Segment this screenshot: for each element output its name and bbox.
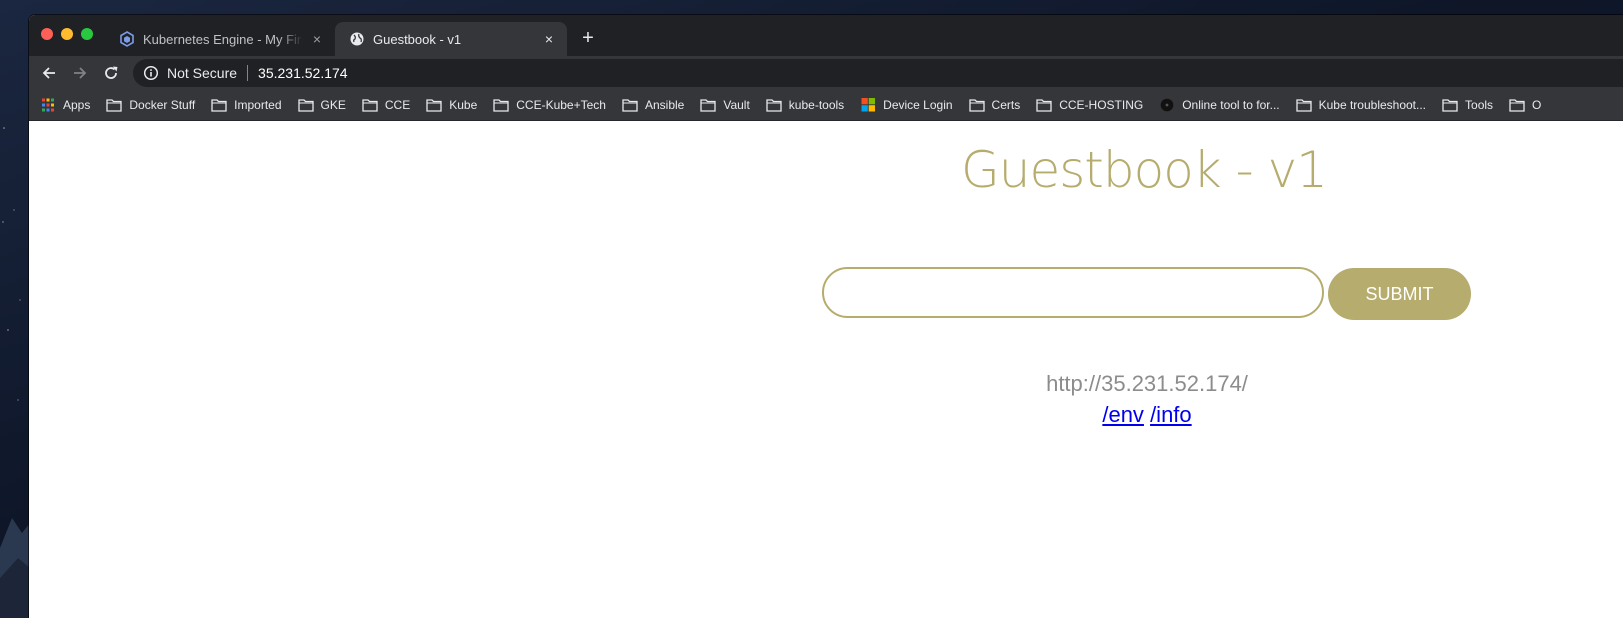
bookmark-label: GKE — [320, 97, 346, 112]
bookmark-tools[interactable]: Tools — [1442, 98, 1493, 112]
folder-icon — [493, 98, 509, 112]
bookmark-kube-troubleshoot[interactable]: Kube troubleshoot... — [1295, 97, 1427, 112]
bookmark-device-login[interactable]: Device Login — [860, 97, 953, 112]
browser-toolbar: Not Secure 35.231.52.174 — [29, 56, 1623, 89]
tab-guestbook[interactable]: Guestbook - v1 × — [335, 22, 567, 56]
forward-button[interactable] — [69, 62, 91, 84]
bookmark-ansible[interactable]: Ansible — [622, 98, 684, 112]
bookmark-online-tool[interactable]: Online tool to for... — [1159, 97, 1280, 112]
tab-kubernetes-engine[interactable]: Kubernetes Engine - My First Project × — [105, 22, 335, 56]
host-url-text: http://35.231.52.174/ — [1046, 371, 1248, 396]
page-title: Guestbook - v1 — [961, 141, 1328, 199]
bookmark-label: Apps — [63, 97, 91, 112]
bookmark-cce-kube-tech[interactable]: CCE-Kube+Tech — [493, 98, 606, 112]
bookmark-apps[interactable]: Apps — [40, 98, 90, 112]
desktop-wallpaper-mountain — [0, 518, 30, 618]
bookmark-label: O — [1532, 97, 1542, 112]
bookmark-label: Ansible — [644, 97, 685, 112]
address-bar[interactable]: Not Secure 35.231.52.174 — [133, 59, 1623, 87]
bookmark-cce-hosting[interactable]: CCE-HOSTING — [1036, 98, 1143, 112]
env-link[interactable]: /env — [1102, 402, 1144, 427]
window-minimize-button[interactable] — [61, 28, 73, 40]
folder-icon — [622, 98, 638, 112]
bookmark-label: CCE-HOSTING — [1059, 97, 1144, 112]
bookmark-label: CCE-Kube+Tech — [516, 97, 606, 112]
tab-close-icon[interactable]: × — [309, 31, 325, 47]
window-controls — [41, 28, 93, 40]
page-links: /env /info — [1019, 402, 1275, 428]
arrow-right-icon — [74, 67, 87, 79]
folder-icon — [297, 98, 314, 112]
bookmark-certs[interactable]: Certs — [968, 97, 1021, 112]
bookmark-docker-stuff[interactable]: Docker Stuff — [106, 98, 195, 112]
bookmark-label: Kube — [449, 97, 478, 112]
bookmark-vault[interactable]: Vault — [700, 97, 750, 112]
security-status-label[interactable]: Not Secure — [167, 65, 237, 81]
folder-icon — [211, 98, 227, 112]
bookmark-imported[interactable]: Imported — [211, 97, 282, 112]
url-text[interactable]: 35.231.52.174 — [258, 65, 348, 81]
folder-icon — [1295, 98, 1312, 112]
globe-icon — [350, 32, 364, 46]
kubernetes-engine-icon — [120, 31, 134, 47]
microsoft-logo-icon — [861, 97, 876, 111]
folder-icon — [106, 98, 123, 112]
page-content: Guestbook - v1 SUBMIT http://35.231.52.1… — [29, 121, 1623, 618]
info-icon[interactable] — [143, 65, 159, 81]
bookmark-label: Docker Stuff — [129, 97, 196, 112]
apps-grid-icon — [42, 98, 54, 111]
tab-close-icon[interactable]: × — [541, 31, 557, 47]
bookmark-cce[interactable]: CCE — [362, 98, 410, 112]
bookmark-gke[interactable]: GKE — [297, 97, 346, 112]
arrow-left-icon — [42, 67, 55, 79]
bookmark-label: Certs — [991, 97, 1021, 112]
bookmark-label: Tools — [1465, 97, 1494, 112]
folder-icon — [1509, 98, 1525, 112]
bookmark-label: Device Login — [883, 97, 953, 112]
guestbook-entry-input[interactable] — [822, 267, 1324, 318]
new-tab-button[interactable]: + — [577, 27, 599, 49]
bookmark-label: Kube troubleshoot... — [1318, 97, 1427, 112]
info-link[interactable]: /info — [1150, 402, 1192, 427]
bookmark-truncated[interactable]: O — [1509, 98, 1541, 112]
window-maximize-button[interactable] — [81, 28, 93, 40]
folder-icon — [968, 98, 985, 112]
tab-title: Guestbook - v1 — [373, 31, 462, 47]
dark-circle-icon — [1160, 98, 1174, 111]
bookmark-label: Vault — [723, 97, 750, 112]
folder-icon — [426, 98, 442, 112]
tab-title: Kubernetes Engine - My First Project — [143, 31, 303, 47]
bookmark-kube-tools[interactable]: kube-tools — [766, 98, 844, 112]
bookmark-label: CCE — [384, 97, 411, 112]
bookmark-label: kube-tools — [788, 97, 845, 112]
tab-strip: Kubernetes Engine - My First Project × G… — [29, 15, 1623, 56]
folder-icon — [1036, 98, 1052, 112]
folder-icon — [700, 98, 716, 112]
bookmark-kube[interactable]: Kube — [426, 98, 477, 112]
window-close-button[interactable] — [41, 28, 53, 40]
folder-icon — [766, 98, 782, 112]
browser-window: Kubernetes Engine - My First Project × G… — [29, 15, 1623, 618]
bookmark-label: Online tool to for... — [1182, 97, 1280, 112]
reload-button[interactable] — [100, 62, 122, 84]
reload-icon — [105, 66, 118, 79]
folder-icon — [1442, 98, 1458, 112]
bookmarks-bar: Apps Docker Stuff Imported GKE CCE Kube … — [29, 89, 1623, 121]
omnibox-divider — [247, 65, 249, 81]
back-button[interactable] — [38, 62, 60, 84]
bookmark-label: Imported — [234, 97, 282, 112]
submit-button[interactable]: SUBMIT — [1328, 268, 1471, 320]
folder-icon — [362, 98, 378, 112]
